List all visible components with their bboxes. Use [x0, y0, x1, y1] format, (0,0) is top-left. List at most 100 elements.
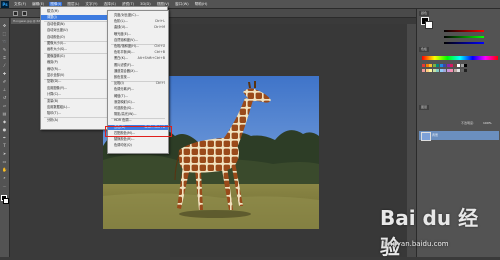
- adjust-menu-item[interactable]: 阈值(T)...: [108, 94, 168, 99]
- option-checkbox[interactable]: [22, 11, 27, 16]
- crop-tool-icon[interactable]: ⌗: [2, 56, 7, 60]
- adjust-menu-item-label: HDR 色调...: [114, 118, 132, 123]
- adjust-menu-item[interactable]: 替换颜色(R)...: [108, 137, 168, 142]
- adjust-menu-item-label: 反相(I): [114, 81, 124, 86]
- path-select-icon[interactable]: ➤: [2, 152, 7, 156]
- shape-tool-icon[interactable]: ▭: [2, 160, 7, 164]
- option-checkbox[interactable]: [13, 11, 18, 16]
- image-menu-item-label: 计算(C)...: [47, 92, 62, 97]
- more-tools-icon[interactable]: …: [2, 184, 7, 188]
- adjust-menu-item-label: 通道混合器(X)...: [114, 68, 138, 73]
- image-menu-item-label: 应用数据组(L)...: [47, 105, 71, 109]
- blue-slider[interactable]: [444, 42, 484, 44]
- gradient-tool-icon[interactable]: ▤: [2, 112, 7, 116]
- image-menu-item-label: 自动色调(N): [47, 21, 65, 26]
- adjust-menu-item-label: 可选颜色(S)...: [114, 106, 135, 110]
- adjust-menu-item-label: 自然饱和度(V)...: [114, 37, 138, 42]
- move-tool-icon[interactable]: ✥: [2, 24, 7, 28]
- adjust-menu-item-label: 色相/饱和度(H)...: [114, 44, 139, 48]
- adjust-menu-item-label: 曝光度(E)...: [114, 31, 132, 36]
- stamp-tool-icon[interactable]: ⊥: [2, 88, 7, 92]
- adjust-menu-item-label: 色调均化(Q): [114, 143, 132, 148]
- quick-select-tool-icon[interactable]: ✎: [2, 48, 7, 52]
- color-spectrum-bar[interactable]: [422, 56, 498, 60]
- lasso-tool-icon[interactable]: ➰: [2, 40, 7, 44]
- image-menu-item-label: 分析(A): [47, 117, 59, 122]
- image-menu-item-label: 显示全部(V): [47, 73, 65, 77]
- adjust-menu-item-shortcut: Alt+Shift+Ctrl+B: [137, 56, 165, 61]
- image-menu-item-label: 自动对比度(U): [47, 28, 68, 33]
- green-slider[interactable]: [444, 36, 484, 38]
- adjust-menu-item[interactable]: 反相(I) Ctrl+I: [108, 81, 168, 86]
- adjust-menu-item[interactable]: 色彩平衡(B)... Ctrl+B: [108, 50, 168, 55]
- image-menu-item-label: 裁剪(P): [47, 60, 58, 65]
- red-slider[interactable]: [444, 30, 484, 32]
- adjust-menu-item[interactable]: 渐变映射(G)...: [108, 100, 168, 105]
- pen-tool-icon[interactable]: ✒: [2, 136, 7, 140]
- adjust-menu-item[interactable]: 色调均化(Q): [108, 143, 168, 148]
- adjust-menu-item[interactable]: 可选颜色(S)...: [108, 106, 168, 111]
- adjust-menu-item[interactable]: 曲线(U)... Ctrl+M: [108, 25, 168, 30]
- dodge-tool-icon[interactable]: ●: [2, 128, 7, 132]
- adjust-menu-item[interactable]: 色相/饱和度(H)... Ctrl+U: [108, 44, 168, 49]
- adjust-menu-item[interactable]: 颜色查找...: [108, 75, 168, 80]
- brush-tool-icon[interactable]: ✐: [2, 80, 7, 84]
- zoom-tool-icon[interactable]: ⌕: [2, 176, 7, 180]
- adjust-menu-item[interactable]: 亮度/对比度(C)...: [108, 13, 168, 18]
- eyedropper-tool-icon[interactable]: ⁄: [2, 64, 7, 68]
- adjust-menu-item-label: 色阶(L)...: [114, 19, 128, 24]
- adjust-menu-item[interactable]: 自然饱和度(V)...: [108, 38, 168, 43]
- color-picker-swatches[interactable]: [421, 17, 433, 29]
- eraser-tool-icon[interactable]: ▱: [2, 104, 7, 108]
- marquee-tool-icon[interactable]: ⬚: [2, 32, 7, 36]
- swatch-row: [422, 69, 468, 72]
- adjust-menu-item-label: 阴影/高光(W)...: [114, 112, 137, 117]
- adjust-menu-item-shortcut: Ctrl+B: [154, 50, 165, 55]
- blur-tool-icon[interactable]: ◆: [2, 120, 7, 124]
- menu-file[interactable]: 文件(F): [13, 2, 27, 7]
- hand-tool-icon[interactable]: ✋: [2, 168, 7, 172]
- image-menu-item-label: 图像大小(I)...: [47, 41, 67, 45]
- layer-thumbnail: [421, 132, 431, 141]
- swatches-panel-tab[interactable]: 色板: [419, 47, 430, 52]
- image-menu-item-label: 应用图像(Y)...: [47, 85, 68, 90]
- background-color-swatch[interactable]: [3, 198, 9, 204]
- adjust-menu-item-label: 亮度/对比度(C)...: [114, 13, 139, 17]
- adjust-menu-item[interactable]: 通道混合器(X)...: [108, 69, 168, 74]
- swatch-row: [422, 64, 468, 67]
- adjust-menu-item[interactable]: 曝光度(E)...: [108, 32, 168, 37]
- adjust-menu-item[interactable]: 色阶(L)... Ctrl+L: [108, 19, 168, 24]
- type-tool-icon[interactable]: T: [2, 144, 7, 148]
- highlight-annotation-box: [105, 126, 172, 137]
- menu-window[interactable]: 窗口(W): [174, 2, 190, 7]
- adjust-menu-item-label: 替换颜色(R)...: [114, 137, 135, 141]
- adjust-menu-item[interactable]: 黑白(K)... Alt+Shift+Ctrl+B: [108, 56, 168, 61]
- image-menu-item-label: 模式(M): [47, 9, 59, 13]
- color-panel-tab[interactable]: 颜色: [419, 11, 430, 16]
- adjust-menu-item[interactable]: HDR 色调...: [108, 118, 168, 123]
- menu-help[interactable]: 帮助(H): [194, 2, 209, 7]
- image-menu-item-label: 裁切(R)...: [47, 66, 62, 71]
- image-menu-item-label: 画布大小(S)...: [47, 47, 68, 52]
- adjust-menu-item-label: 曲线(U)...: [114, 25, 129, 30]
- tools-panel: ✥ ⬚ ➰ ✎ ⌗ ⁄ ✚ ✐ ⊥ ↺ ▱ ▤ ◆ ● ✒ T ➤ ▭ ✋ ⌕ …: [0, 18, 10, 257]
- image-menu-item-label: 图像旋转(G): [47, 53, 65, 58]
- adjust-menu-item-shortcut: Ctrl+U: [154, 44, 165, 48]
- healing-tool-icon[interactable]: ✚: [2, 72, 7, 76]
- adjust-menu-item-label: 颜色查找...: [114, 75, 130, 79]
- adjust-menu-item-shortcut: Ctrl+M: [153, 25, 165, 30]
- adjust-menu-item-shortcut: Ctrl+L: [154, 19, 165, 24]
- image-menu-item-label: 变量(B): [47, 98, 59, 103]
- layer-row-background[interactable]: [419, 131, 499, 140]
- adjust-menu-item[interactable]: 阴影/高光(W)...: [108, 112, 168, 117]
- image-menu-item-label: 复制(D)...: [47, 79, 62, 84]
- layer-name: 背景: [432, 133, 439, 137]
- image-menu-item-label: 调整(J): [47, 15, 57, 20]
- opacity-value[interactable]: 100%: [483, 121, 492, 125]
- layers-panel-tab[interactable]: 图层: [419, 105, 430, 110]
- history-brush-icon[interactable]: ↺: [2, 96, 7, 100]
- adjust-menu-item-shortcut: Ctrl+I: [155, 81, 165, 86]
- adjust-menu-item[interactable]: 色调分离(P)...: [108, 87, 168, 92]
- image-menu-item-label: 陷印(T)...: [47, 111, 61, 116]
- adjust-menu-item[interactable]: 照片滤镜(F)...: [108, 63, 168, 68]
